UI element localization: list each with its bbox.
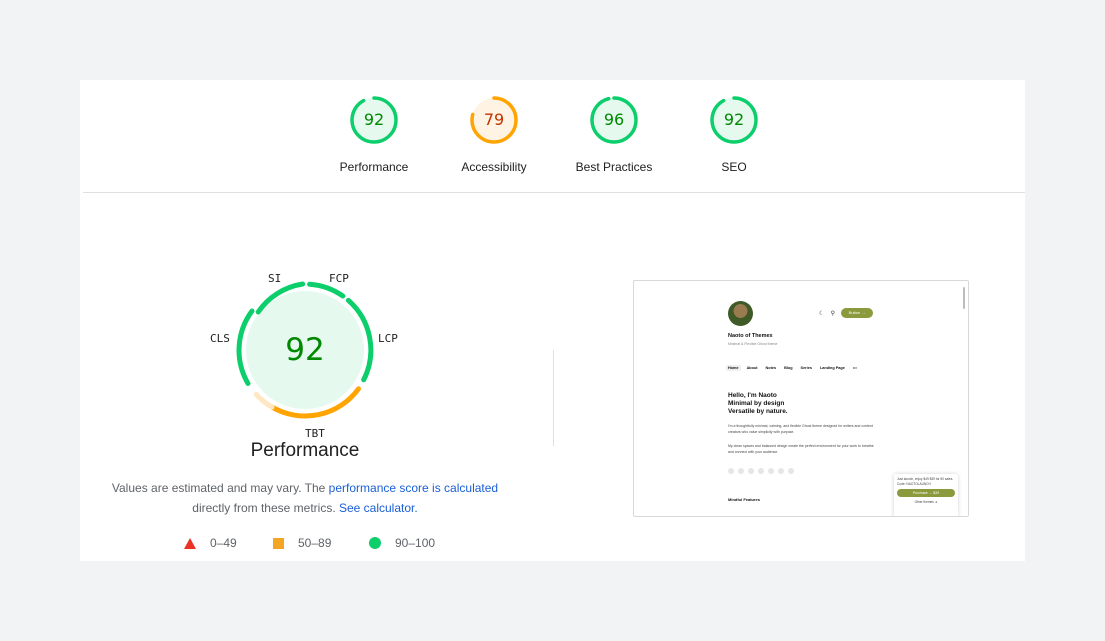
site-nav: Home About Notes Blog Series Landing Pag…: [726, 365, 859, 371]
lighthouse-report: 92 Performance 79 Accessibility 96 Best …: [80, 80, 1025, 561]
moon-icon: ☾: [819, 311, 825, 317]
legend-fail-label: 0–49: [210, 536, 237, 550]
gauge-label: SEO: [721, 160, 747, 174]
performance-description: Values are estimated and may vary. The p…: [110, 478, 500, 518]
performance-metrics-gauge: [236, 281, 374, 419]
scrollbar: [963, 287, 965, 309]
nav-item: About: [746, 366, 758, 370]
nav-item: Home: [726, 365, 741, 371]
nav-item: •••: [852, 366, 857, 370]
social-icon: [748, 468, 754, 474]
social-icon: [738, 468, 744, 474]
social-icon: [728, 468, 734, 474]
calculator-link[interactable]: See calculator.: [339, 501, 418, 515]
legend-pass-label: 90–100: [395, 536, 436, 550]
legend-pass: 90–100: [369, 536, 435, 550]
metric-label-tbt: TBT: [305, 427, 325, 440]
nav-item: Landing Page: [819, 366, 845, 370]
nav-item: Notes: [765, 366, 777, 370]
hero-line: Hello, I'm Naoto: [728, 392, 777, 399]
performance-title: Performance: [250, 440, 360, 461]
square-icon: [273, 537, 284, 549]
promo-text: Just launch, enjoy $49 $39 for 50 sales.…: [897, 477, 954, 486]
hero-paragraph: My clean spaces and balanced design crea…: [728, 444, 874, 454]
promo-popup: Just launch, enjoy $49 $39 for 50 sales.…: [894, 474, 958, 516]
performance-score: 92: [285, 332, 325, 368]
social-icon: [778, 468, 784, 474]
nav-item: Series: [800, 366, 812, 370]
legend-fail: 0–49: [184, 536, 237, 550]
gauge-label: Best Practices: [575, 160, 653, 174]
description-text: directly from these metrics.: [192, 501, 339, 515]
gauge-seo[interactable]: 92 SEO: [674, 96, 794, 174]
promo-link: Other themes ➜: [914, 500, 938, 504]
header-icons: ☾ ⚲: [819, 310, 841, 317]
metric-label-lcp: LCP: [378, 332, 398, 345]
description-text: Values are estimated and may vary. The: [111, 481, 329, 495]
hero-line: Minimal by design: [728, 400, 785, 407]
gauge-score: 92: [723, 110, 745, 129]
hero-line: Versatile by nature.: [728, 408, 788, 415]
metric-label-si: SI: [268, 272, 282, 285]
triangle-icon: [184, 537, 196, 549]
social-icon: [768, 468, 774, 474]
vertical-divider: [553, 350, 554, 446]
legend-average: 50–89: [273, 536, 331, 550]
promo-button: Purchase → $39: [897, 489, 955, 497]
social-icon: [758, 468, 764, 474]
search-icon: ⚲: [830, 311, 836, 317]
gauge-best-practices[interactable]: 96 Best Practices: [554, 96, 674, 174]
performance-score-link[interactable]: performance score is calculated: [329, 481, 498, 495]
header-button: Button →: [841, 308, 873, 318]
social-icons: [728, 468, 794, 474]
metric-label-cls: CLS: [210, 332, 230, 345]
section-heading: Mindful Features: [728, 497, 761, 502]
site-tagline: Minimal & Flexible Ghost theme: [728, 342, 778, 346]
final-screenshot[interactable]: ☾ ⚲ Button → Naoto of Themex Minimal & F…: [633, 280, 969, 517]
avatar: [728, 301, 753, 326]
circle-icon: [369, 537, 381, 549]
hero-paragraph: I'm a thoughtfully minimal, calming, and…: [728, 424, 873, 434]
site-name: Naoto of Themex: [728, 333, 773, 339]
gauge-score: 96: [603, 110, 625, 129]
metric-label-fcp: FCP: [329, 272, 349, 285]
legend-average-label: 50–89: [298, 536, 332, 550]
nav-item: Blog: [784, 366, 793, 370]
hero-heading: Hello, I'm Naoto Minimal by design Versa…: [728, 392, 788, 416]
social-icon: [788, 468, 794, 474]
